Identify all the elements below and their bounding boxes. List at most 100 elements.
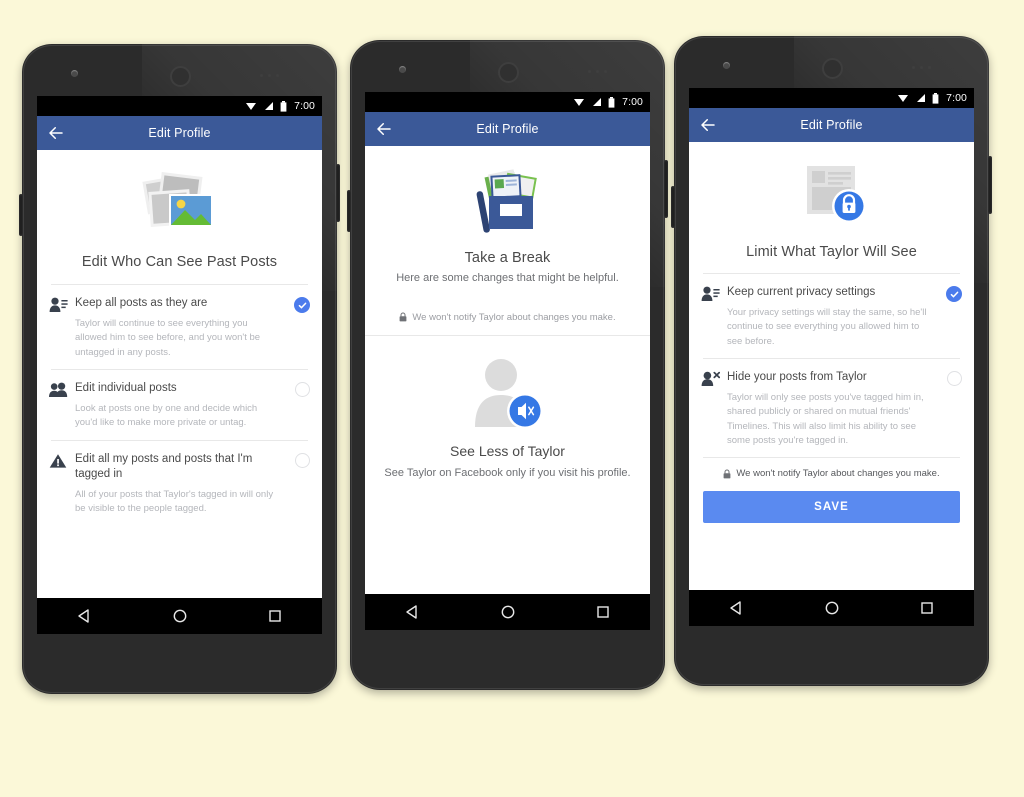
android-nav-bar (37, 598, 322, 634)
battery-icon (608, 96, 615, 108)
circle-home-icon[interactable] (500, 604, 516, 620)
earpiece-icon (822, 58, 843, 79)
person-list-icon (701, 285, 727, 349)
option-control[interactable] (288, 381, 310, 431)
triangle-back-icon[interactable] (77, 608, 93, 624)
option-description: Look at posts one by one and decide whic… (75, 403, 258, 429)
option-text: Keep all posts as they are Taylor will c… (75, 296, 288, 360)
app-bar-title: Edit Profile (148, 126, 211, 140)
hero-subtitle: Here are some changes that might be help… (396, 272, 619, 284)
radio-unselected-icon[interactable] (947, 370, 962, 386)
see-less-title: See Less of Taylor (450, 442, 565, 459)
option-control[interactable] (288, 296, 310, 360)
option-description: Taylor will continue to see everything y… (75, 318, 261, 358)
option-control[interactable] (940, 285, 962, 349)
option-description: Your privacy settings will stay the same… (727, 307, 927, 347)
phone-1: 7:00 Edit Profile Edit Who Can See Past … (19, 44, 340, 694)
post-lock-icon (689, 158, 974, 232)
arrow-left-icon[interactable] (699, 116, 717, 134)
battery-icon (932, 92, 939, 104)
status-time: 7:00 (294, 100, 315, 112)
two-people-icon (49, 381, 75, 431)
check-selected-icon[interactable] (946, 286, 962, 302)
person-mute-icon (365, 352, 650, 434)
triangle-back-icon[interactable] (405, 604, 421, 620)
front-camera-icon (723, 62, 730, 69)
option-row[interactable]: Edit individual posts Look at posts one … (37, 370, 322, 440)
status-bar: 7:00 (37, 96, 322, 116)
option-text: Edit individual posts Look at posts one … (75, 381, 288, 431)
option-control[interactable] (288, 452, 310, 517)
arrow-left-icon[interactable] (375, 120, 393, 138)
option-row[interactable]: Hide your posts from Taylor Taylor will … (689, 359, 974, 457)
triangle-back-icon[interactable] (729, 600, 745, 616)
screenshot-stage: 7:00 Edit Profile Edit Who Can See Past … (0, 0, 1024, 797)
person-block-icon (701, 370, 727, 448)
check-selected-icon[interactable] (294, 297, 310, 313)
square-recents-icon[interactable] (919, 600, 935, 616)
phone-3-content: Limit What Taylor Will See Keep current … (689, 142, 974, 590)
wifi-icon (574, 99, 585, 106)
photo-stack-icon (37, 168, 322, 242)
radio-unselected-icon[interactable] (295, 381, 310, 397)
phone-1-screen: 7:00 Edit Profile Edit Who Can See Past … (37, 96, 322, 634)
notify-notice: We won't notify Taylor about changes you… (689, 458, 974, 488)
volume-button[interactable] (988, 156, 992, 214)
volume-button[interactable] (664, 160, 668, 218)
hero-section: Edit Who Can See Past Posts (37, 150, 322, 270)
arrow-left-icon[interactable] (47, 124, 65, 142)
front-camera-icon (71, 70, 78, 77)
battery-icon (280, 100, 287, 112)
circle-home-icon[interactable] (172, 608, 188, 624)
option-row[interactable]: Edit all my posts and posts that I'm tag… (37, 441, 322, 526)
see-less-subtitle: See Taylor on Facebook only if you visit… (384, 466, 631, 479)
android-nav-bar (689, 590, 974, 626)
square-recents-icon[interactable] (595, 604, 611, 620)
android-nav-bar (365, 594, 650, 630)
save-button[interactable]: SAVE (703, 491, 960, 524)
app-bar-title: Edit Profile (800, 118, 863, 132)
phone-1-content: Edit Who Can See Past Posts Keep all pos… (37, 150, 322, 598)
status-bar: 7:00 (689, 88, 974, 108)
person-list-icon (49, 296, 75, 360)
notify-notice-text: We won't notify Taylor about changes you… (412, 311, 616, 323)
option-row[interactable]: Keep all posts as they are Taylor will c… (37, 285, 322, 369)
hero-section: Take a Break Here are some changes that … (365, 146, 650, 286)
app-bar: Edit Profile (365, 112, 650, 146)
phone-2-screen: 7:00 Edit Profile Take a Break Here are … (365, 92, 650, 630)
app-bar-title: Edit Profile (476, 122, 539, 136)
sensor-dots-icon (588, 70, 607, 73)
option-title: Edit all my posts and posts that I'm tag… (75, 452, 253, 480)
app-bar: Edit Profile (37, 116, 322, 150)
option-title: Keep all posts as they are (75, 297, 208, 309)
power-button[interactable] (347, 190, 351, 232)
radio-unselected-icon[interactable] (295, 452, 310, 468)
square-recents-icon[interactable] (267, 608, 283, 624)
earpiece-icon (498, 62, 519, 83)
circle-home-icon[interactable] (824, 600, 840, 616)
app-bar: Edit Profile (689, 108, 974, 142)
power-button[interactable] (19, 194, 23, 236)
signal-icon (917, 94, 926, 102)
signal-icon (265, 102, 274, 110)
hero-title: Edit Who Can See Past Posts (81, 254, 278, 270)
notify-notice: We won't notify Taylor about changes you… (365, 286, 650, 335)
status-time: 7:00 (946, 92, 967, 104)
volume-button[interactable] (336, 164, 340, 222)
save-button-wrap: SAVE (689, 488, 974, 524)
power-button[interactable] (671, 186, 675, 228)
lock-icon (399, 312, 407, 322)
lock-icon (723, 469, 731, 478)
notify-notice-text: We won't notify Taylor about changes you… (736, 468, 940, 480)
option-text: Hide your posts from Taylor Taylor will … (727, 370, 940, 448)
phone-2-content: Take a Break Here are some changes that … (365, 146, 650, 594)
option-control[interactable] (940, 370, 962, 448)
warning-triangle-icon (49, 452, 75, 517)
photo-box-icon (365, 164, 650, 238)
option-row[interactable]: Keep current privacy settings Your priva… (689, 274, 974, 358)
hero-title: Limit What Taylor Will See (746, 244, 917, 260)
front-camera-icon (399, 66, 406, 73)
earpiece-icon (170, 66, 191, 87)
option-description: Taylor will only see posts you've tagged… (727, 392, 924, 446)
hero-title: Take a Break (464, 250, 551, 266)
